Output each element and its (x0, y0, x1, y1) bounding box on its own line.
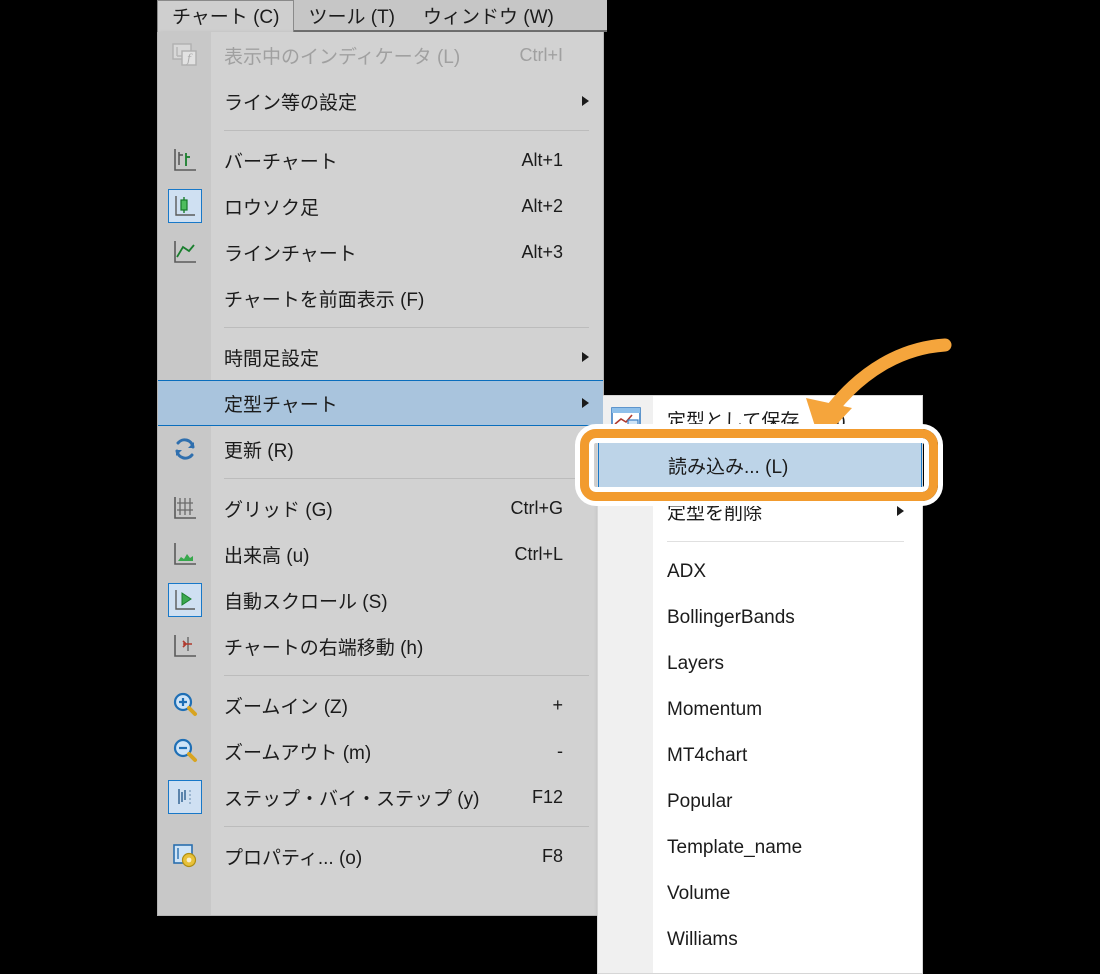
menubar-item-window[interactable]: ウィンドウ (W) (409, 0, 568, 30)
menu-separator (224, 675, 589, 676)
submenu-item-volume[interactable]: Volume (598, 871, 922, 917)
chevron-right-icon (582, 398, 589, 408)
menu-item-label: バーチャート (224, 151, 338, 173)
auto-scroll-icon (166, 581, 204, 619)
menu-item-properties[interactable]: プロパティ... (o) F8 (158, 833, 603, 879)
menu-item-label: 定型チャート (224, 394, 338, 416)
submenu-item-layers[interactable]: Layers (598, 641, 922, 687)
submenu-item-label: Momentum (667, 699, 763, 720)
menu-item-line-chart[interactable]: ラインチャート Alt+3 (158, 229, 603, 275)
submenu-item-label: Williams (667, 929, 738, 950)
menubar-item-label: ウィンドウ (W) (423, 6, 554, 28)
menu-item-zoom-in[interactable]: ズームイン (Z) + (158, 682, 603, 728)
menu-item-candlestick[interactable]: ロウソク足 Alt+2 (158, 183, 603, 229)
submenu-item-label: Layers (667, 653, 725, 674)
zoom-in-icon (166, 686, 204, 724)
menu-item-accelerator: Ctrl+G (510, 497, 563, 518)
menu-item-label: 自動スクロール (S) (224, 591, 388, 613)
menubar: チャート (C) ツール (T) ウィンドウ (W) (157, 0, 607, 32)
menu-item-auto-scroll[interactable]: 自動スクロール (S) (158, 577, 603, 623)
submenu-item-label: Template_name (667, 837, 803, 858)
submenu-item-label: Volume (667, 883, 731, 904)
submenu-separator (667, 541, 904, 542)
menu-item-label: 出来高 (u) (224, 545, 310, 567)
menu-separator (224, 826, 589, 827)
submenu-item-label: ADX (667, 561, 707, 582)
candlestick-icon (166, 187, 204, 225)
menu-item-accelerator: Ctrl+I (519, 44, 563, 65)
menu-item-label: ズームアウト (m) (224, 742, 372, 764)
menu-item-line-settings[interactable]: ライン等の設定 (158, 78, 603, 124)
menu-separator (224, 130, 589, 131)
icon-active-frame (168, 780, 202, 814)
screenshot-stage: チャート (C) ツール (T) ウィンドウ (W) f 表示中のインディケータ… (0, 0, 1100, 974)
menubar-item-label: チャート (C) (172, 7, 280, 28)
menu-item-label: チャートの右端移動 (h) (224, 637, 424, 659)
submenu-item-popular[interactable]: Popular (598, 779, 922, 825)
menu-item-accelerator: + (552, 694, 563, 715)
menu-separator (224, 327, 589, 328)
submenu-item-mt4chart[interactable]: MT4chart (598, 733, 922, 779)
chevron-right-icon (582, 96, 589, 106)
menu-item-bar-chart[interactable]: バーチャート Alt+1 (158, 137, 603, 183)
menu-item-label: グリッド (G) (224, 499, 333, 521)
chart-dropdown-menu: f 表示中のインディケータ (L) Ctrl+I ライン等の設定 バーチャート … (157, 32, 604, 916)
icon-active-frame (168, 583, 202, 617)
menu-item-accelerator: Alt+3 (521, 241, 563, 262)
menu-item-volume[interactable]: 出来高 (u) Ctrl+L (158, 531, 603, 577)
refresh-icon (166, 430, 204, 468)
menu-item-indicator-list[interactable]: f 表示中のインディケータ (L) Ctrl+I (158, 32, 603, 78)
line-chart-icon (166, 233, 204, 271)
menu-item-accelerator: Alt+1 (521, 149, 563, 170)
menubar-item-tools[interactable]: ツール (T) (294, 0, 409, 30)
submenu-item-label: Popular (667, 791, 733, 812)
menu-separator (224, 478, 589, 479)
menu-item-accelerator: Alt+2 (521, 195, 563, 216)
icon-active-frame (168, 189, 202, 223)
submenu-item-adx[interactable]: ADX (598, 549, 922, 595)
properties-icon (166, 837, 204, 875)
shift-end-icon (166, 627, 204, 665)
zoom-out-icon (166, 732, 204, 770)
step-by-step-icon (166, 778, 204, 816)
submenu-item-momentum[interactable]: Momentum (598, 687, 922, 733)
menu-item-accelerator: Ctrl+L (514, 543, 563, 564)
menu-item-label: プロパティ... (o) (224, 847, 363, 869)
volume-icon (166, 535, 204, 573)
menu-item-template[interactable]: 定型チャート (158, 380, 603, 426)
menu-item-grid[interactable]: グリッド (G) Ctrl+G (158, 485, 603, 531)
menu-item-label: チャートを前面表示 (F) (224, 289, 425, 311)
grid-icon (166, 489, 204, 527)
menu-item-label: 表示中のインディケータ (L) (224, 46, 461, 68)
menu-item-accelerator: - (557, 740, 563, 761)
menu-item-refresh[interactable]: 更新 (R) (158, 426, 603, 472)
bar-chart-icon (166, 141, 204, 179)
menubar-item-label: ツール (T) (308, 6, 396, 28)
menu-item-zoom-out[interactable]: ズームアウト (m) - (158, 728, 603, 774)
menu-item-step-by-step[interactable]: ステップ・バイ・ステップ (y) F12 (158, 774, 603, 820)
menu-item-label: ラインチャート (224, 243, 357, 265)
indicator-list-icon: f (166, 36, 204, 74)
submenu-item-label: MT4chart (667, 745, 748, 766)
menu-item-shift-end[interactable]: チャートの右端移動 (h) (158, 623, 603, 669)
menu-item-label: ロウソク足 (224, 197, 320, 219)
submenu-item-label: BollingerBands (667, 607, 795, 628)
submenu-item-label: 定型を削除 (667, 502, 763, 524)
menu-item-chart-foreground[interactable]: チャートを前面表示 (F) (158, 275, 603, 321)
annotation-highlight-ring (580, 429, 938, 501)
menu-item-label: 更新 (R) (224, 440, 294, 462)
submenu-item-williams[interactable]: Williams (598, 917, 922, 963)
menu-item-label: 時間足設定 (224, 348, 320, 370)
menu-item-label: ライン等の設定 (224, 92, 358, 114)
menu-item-label: ズームイン (Z) (224, 696, 348, 718)
chevron-right-icon (897, 506, 904, 516)
submenu-item-bollingerbands[interactable]: BollingerBands (598, 595, 922, 641)
menu-item-accelerator: F8 (541, 845, 563, 866)
submenu-item-template-name[interactable]: Template_name (598, 825, 922, 871)
menu-item-accelerator: F12 (531, 786, 563, 807)
menu-item-label: ステップ・バイ・ステップ (y) (224, 788, 480, 810)
menubar-item-chart[interactable]: チャート (C) (157, 0, 295, 32)
menu-item-timeframe[interactable]: 時間足設定 (158, 334, 603, 380)
chevron-right-icon (582, 352, 589, 362)
